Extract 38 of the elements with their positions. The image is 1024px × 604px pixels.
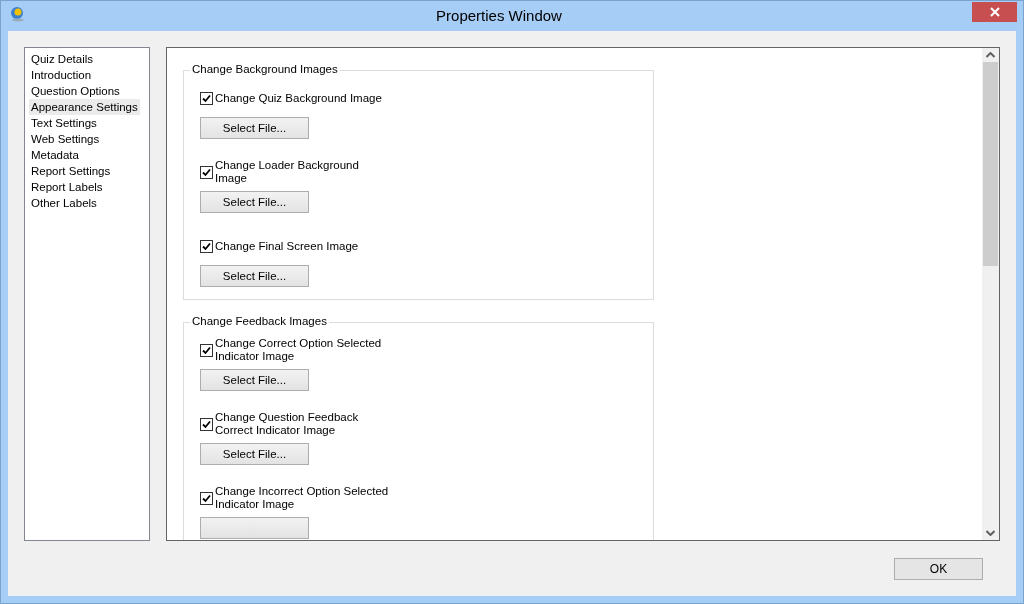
close-button[interactable] — [972, 1, 1017, 22]
checkbox[interactable] — [200, 343, 213, 357]
checkbox-label: Change Question Feedback Correct Indicator Image — [215, 411, 359, 437]
sidebar-item[interactable]: Appearance Settings — [29, 99, 140, 115]
scrollbar-thumb[interactable] — [983, 62, 998, 266]
select-file-button[interactable]: Select File... — [200, 369, 309, 391]
scroll-up-icon[interactable] — [986, 52, 995, 58]
sidebar-item[interactable]: Report Settings — [29, 163, 113, 179]
checkbox[interactable] — [200, 91, 213, 105]
sidebar-item[interactable]: Text Settings — [29, 115, 99, 131]
select-file-button[interactable]: Select File... — [200, 191, 309, 213]
select-file-button[interactable]: Select File... — [200, 117, 309, 139]
sidebar-item[interactable]: Introduction — [29, 67, 94, 83]
checkbox-label: Change Quiz Background Image — [215, 91, 382, 105]
group-title: Change Feedback Images — [190, 315, 329, 327]
close-icon — [989, 6, 1000, 17]
sidebar-item[interactable]: Quiz Details — [29, 51, 95, 67]
window-title: Properties Window — [435, 6, 563, 24]
checkbox[interactable] — [200, 165, 213, 179]
scroll-down-icon[interactable] — [986, 530, 995, 536]
select-file-button[interactable]: Select File... — [200, 443, 309, 465]
sidebar-item[interactable]: Other Labels — [29, 195, 99, 211]
checkbox-label: Change Correct Option Selected Indicator Image — [215, 337, 382, 363]
checkbox-label: Change Final Screen Image — [215, 239, 359, 253]
group-title: Change Background Images — [190, 63, 340, 75]
select-file-button[interactable]: Select File... — [200, 265, 309, 287]
vertical-scrollbar[interactable] — [982, 48, 999, 540]
checkbox-label: Change Loader Background Image — [215, 159, 359, 185]
sidebar-item[interactable]: Web Settings — [29, 131, 102, 147]
checkbox[interactable] — [200, 417, 213, 431]
checkbox[interactable] — [200, 491, 213, 505]
checkbox[interactable] — [200, 239, 213, 253]
globe-icon — [10, 6, 26, 22]
ok-button[interactable]: OK — [894, 558, 983, 580]
sidebar-item[interactable]: Report Labels — [29, 179, 105, 195]
sidebar-item[interactable]: Metadata — [29, 147, 81, 163]
sidebar-item[interactable]: Question Options — [29, 83, 122, 99]
checkbox-label: Change Incorrect Option Selected Indicator Image — [215, 485, 389, 511]
